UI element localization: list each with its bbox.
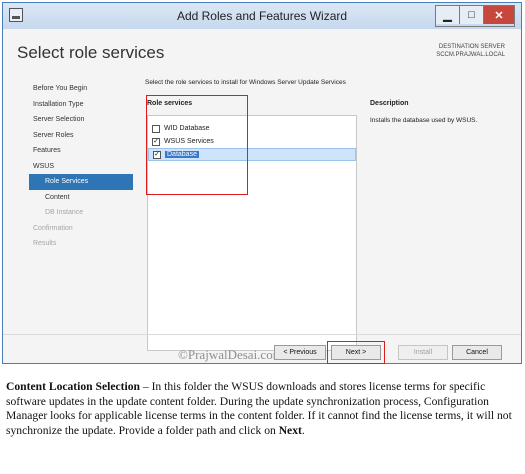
caption-end: .: [301, 423, 305, 437]
caption-paragraph: Content Location Selection – In this fol…: [6, 380, 518, 438]
title-bar[interactable]: Add Roles and Features Wizard ▁ □ ✕: [3, 3, 521, 29]
nav-item-confirmation: Confirmation: [33, 224, 73, 232]
maximize-button[interactable]: □: [460, 6, 484, 24]
caption-heading: Content Location Selection: [6, 380, 140, 393]
destination-label: DESTINATION SERVER: [438, 44, 505, 50]
nav-item-results: Results: [33, 240, 57, 247]
description-text: Installs the database used by WSUS.: [370, 117, 478, 124]
nav-item-content[interactable]: Content: [29, 190, 133, 206]
wizard-nav: Before You Begin Installation Type Server …: [29, 81, 133, 252]
instruction-text: Select the role services to install for …: [145, 79, 346, 86]
nav-item-db-instance: DB Instance: [45, 209, 84, 216]
caption-emphasis: Next: [278, 423, 302, 437]
wizard-window: Add Roles and Features Wizard ▁ □ ✕ Sele…: [2, 2, 522, 364]
nav-item-role-services[interactable]: Role Services: [29, 174, 133, 190]
install-button[interactable]: Install: [398, 345, 448, 360]
annotation-highlight-next: [327, 341, 385, 364]
wizard-content: Select role services DESTINATION SERVER …: [3, 29, 521, 364]
cancel-button[interactable]: Cancel: [452, 345, 502, 360]
footer-divider: [3, 334, 521, 335]
nav-item-features[interactable]: Features: [29, 143, 133, 159]
watermark: ©PrajwalDesai.com: [178, 347, 283, 362]
caption-dash: –: [139, 380, 152, 393]
nav-item-installation-type[interactable]: Installation Type: [29, 97, 133, 113]
nav-item-before-you-begin[interactable]: Before You Begin: [29, 81, 133, 97]
nav-item-server-roles[interactable]: Server Roles: [29, 128, 133, 144]
description-header: Description: [370, 100, 409, 107]
destination-server: DESTINATION SERVER SCCM.PRAJWAL.LOCAL: [436, 43, 505, 59]
nav-item-wsus[interactable]: WSUS: [29, 159, 133, 175]
close-button[interactable]: ✕: [484, 6, 514, 24]
minimize-button[interactable]: ▁: [436, 6, 460, 24]
annotation-highlight-role-services: [146, 95, 248, 195]
nav-item-server-selection[interactable]: Server Selection: [29, 112, 133, 128]
page-title: Select role services: [17, 43, 165, 62]
destination-server-name: SCCM.PRAJWAL.LOCAL: [436, 52, 505, 58]
previous-button[interactable]: < Previous: [274, 345, 326, 360]
window-controls: ▁ □ ✕: [435, 5, 515, 27]
